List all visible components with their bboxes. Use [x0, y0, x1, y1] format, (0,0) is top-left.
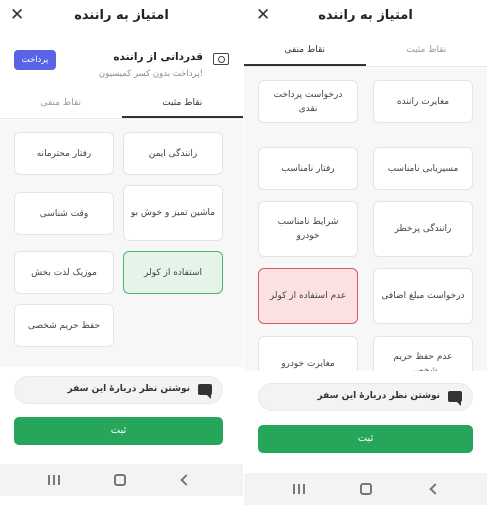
- option-card[interactable]: شرایط نامناسب خودرو: [258, 201, 358, 257]
- option-card[interactable]: مغایرت راننده: [373, 80, 473, 123]
- option-card[interactable]: رفتار نامناسب: [258, 147, 358, 190]
- back-icon[interactable]: [429, 483, 441, 495]
- page-title: امتیاز به راننده: [318, 8, 413, 23]
- close-icon[interactable]: ✕: [256, 5, 270, 25]
- recents-icon[interactable]: [293, 484, 305, 494]
- pay-button[interactable]: پرداخت: [14, 50, 56, 70]
- tab-positive[interactable]: نقاط مثبت: [366, 34, 488, 66]
- option-card[interactable]: درخواست پرداخت نقدی: [258, 80, 358, 123]
- feedback-grid: مغایرت راننده درخواست پرداخت نقدی مسیریا…: [244, 68, 487, 371]
- close-icon[interactable]: ✕: [10, 5, 24, 25]
- left-screen: امتیاز به راننده ✕ قدردانی از راننده پرد…: [0, 0, 243, 506]
- tab-negative[interactable]: نقاط منفی: [0, 87, 122, 118]
- comment-input[interactable]: نوشتن نظر دربارهٔ این سفر: [14, 376, 223, 404]
- option-card[interactable]: وقت شناسی: [14, 192, 114, 235]
- option-card[interactable]: مغایرت خودرو: [258, 336, 358, 371]
- option-card[interactable]: حفظ حریم شخصی: [14, 304, 114, 347]
- message-icon: [198, 384, 212, 399]
- option-card[interactable]: عدم حفظ حریم شخصی: [373, 336, 473, 371]
- tabs: نقاط مثبت نقاط منفی: [0, 87, 243, 119]
- submit-button[interactable]: ثبت: [258, 425, 473, 453]
- tip-subtitle: پرداخت بدون کسر کمیسیون!: [98, 69, 203, 79]
- option-card[interactable]: رفتار محترمانه: [14, 132, 114, 175]
- submit-button[interactable]: ثبت: [14, 417, 223, 445]
- back-icon[interactable]: [180, 474, 192, 486]
- option-card[interactable]: رانندگی ایمن: [123, 132, 223, 175]
- page-title: امتیاز به راننده: [74, 8, 169, 23]
- option-card[interactable]: درخواست مبلغ اضافی: [373, 268, 473, 324]
- comment-placeholder: نوشتن نظر دربارهٔ این سفر: [317, 391, 440, 401]
- comment-placeholder: نوشتن نظر دربارهٔ این سفر: [67, 384, 190, 394]
- option-card[interactable]: رانندگی پرخطر: [373, 201, 473, 257]
- system-nav-bar: [0, 464, 243, 496]
- system-nav-bar: [244, 473, 487, 505]
- header: امتیاز به راننده ✕: [0, 0, 243, 34]
- option-card[interactable]: موزیک لذت بخش: [14, 251, 114, 294]
- option-card-selected[interactable]: عدم استفاده از کولر: [258, 268, 358, 324]
- right-screen: امتیاز به راننده ✕ نقاط مثبت نقاط منفی م…: [244, 0, 487, 506]
- tab-negative[interactable]: نقاط منفی: [244, 34, 366, 66]
- tabs: نقاط مثبت نقاط منفی: [244, 34, 487, 67]
- comment-input[interactable]: نوشتن نظر دربارهٔ این سفر: [258, 383, 473, 411]
- tip-driver-row: قدردانی از راننده پرداخت بدون کسر کمیسیو…: [0, 45, 243, 81]
- header: امتیاز به راننده ✕: [244, 0, 487, 34]
- tip-title: قدردانی از راننده: [113, 51, 203, 63]
- message-icon: [448, 391, 462, 406]
- tab-positive[interactable]: نقاط مثبت: [121, 87, 243, 118]
- home-icon[interactable]: [114, 474, 126, 486]
- option-card[interactable]: مسیریابی نامناسب: [373, 147, 473, 190]
- recents-icon[interactable]: [48, 475, 60, 485]
- cash-icon: [213, 53, 229, 65]
- home-icon[interactable]: [360, 483, 372, 495]
- option-card[interactable]: ماشین تمیز و خوش بو: [123, 185, 223, 241]
- option-card-selected[interactable]: استفاده از کولر: [123, 251, 223, 294]
- feedback-grid: رانندگی ایمن رفتار محترمانه ماشین تمیز و…: [0, 120, 243, 367]
